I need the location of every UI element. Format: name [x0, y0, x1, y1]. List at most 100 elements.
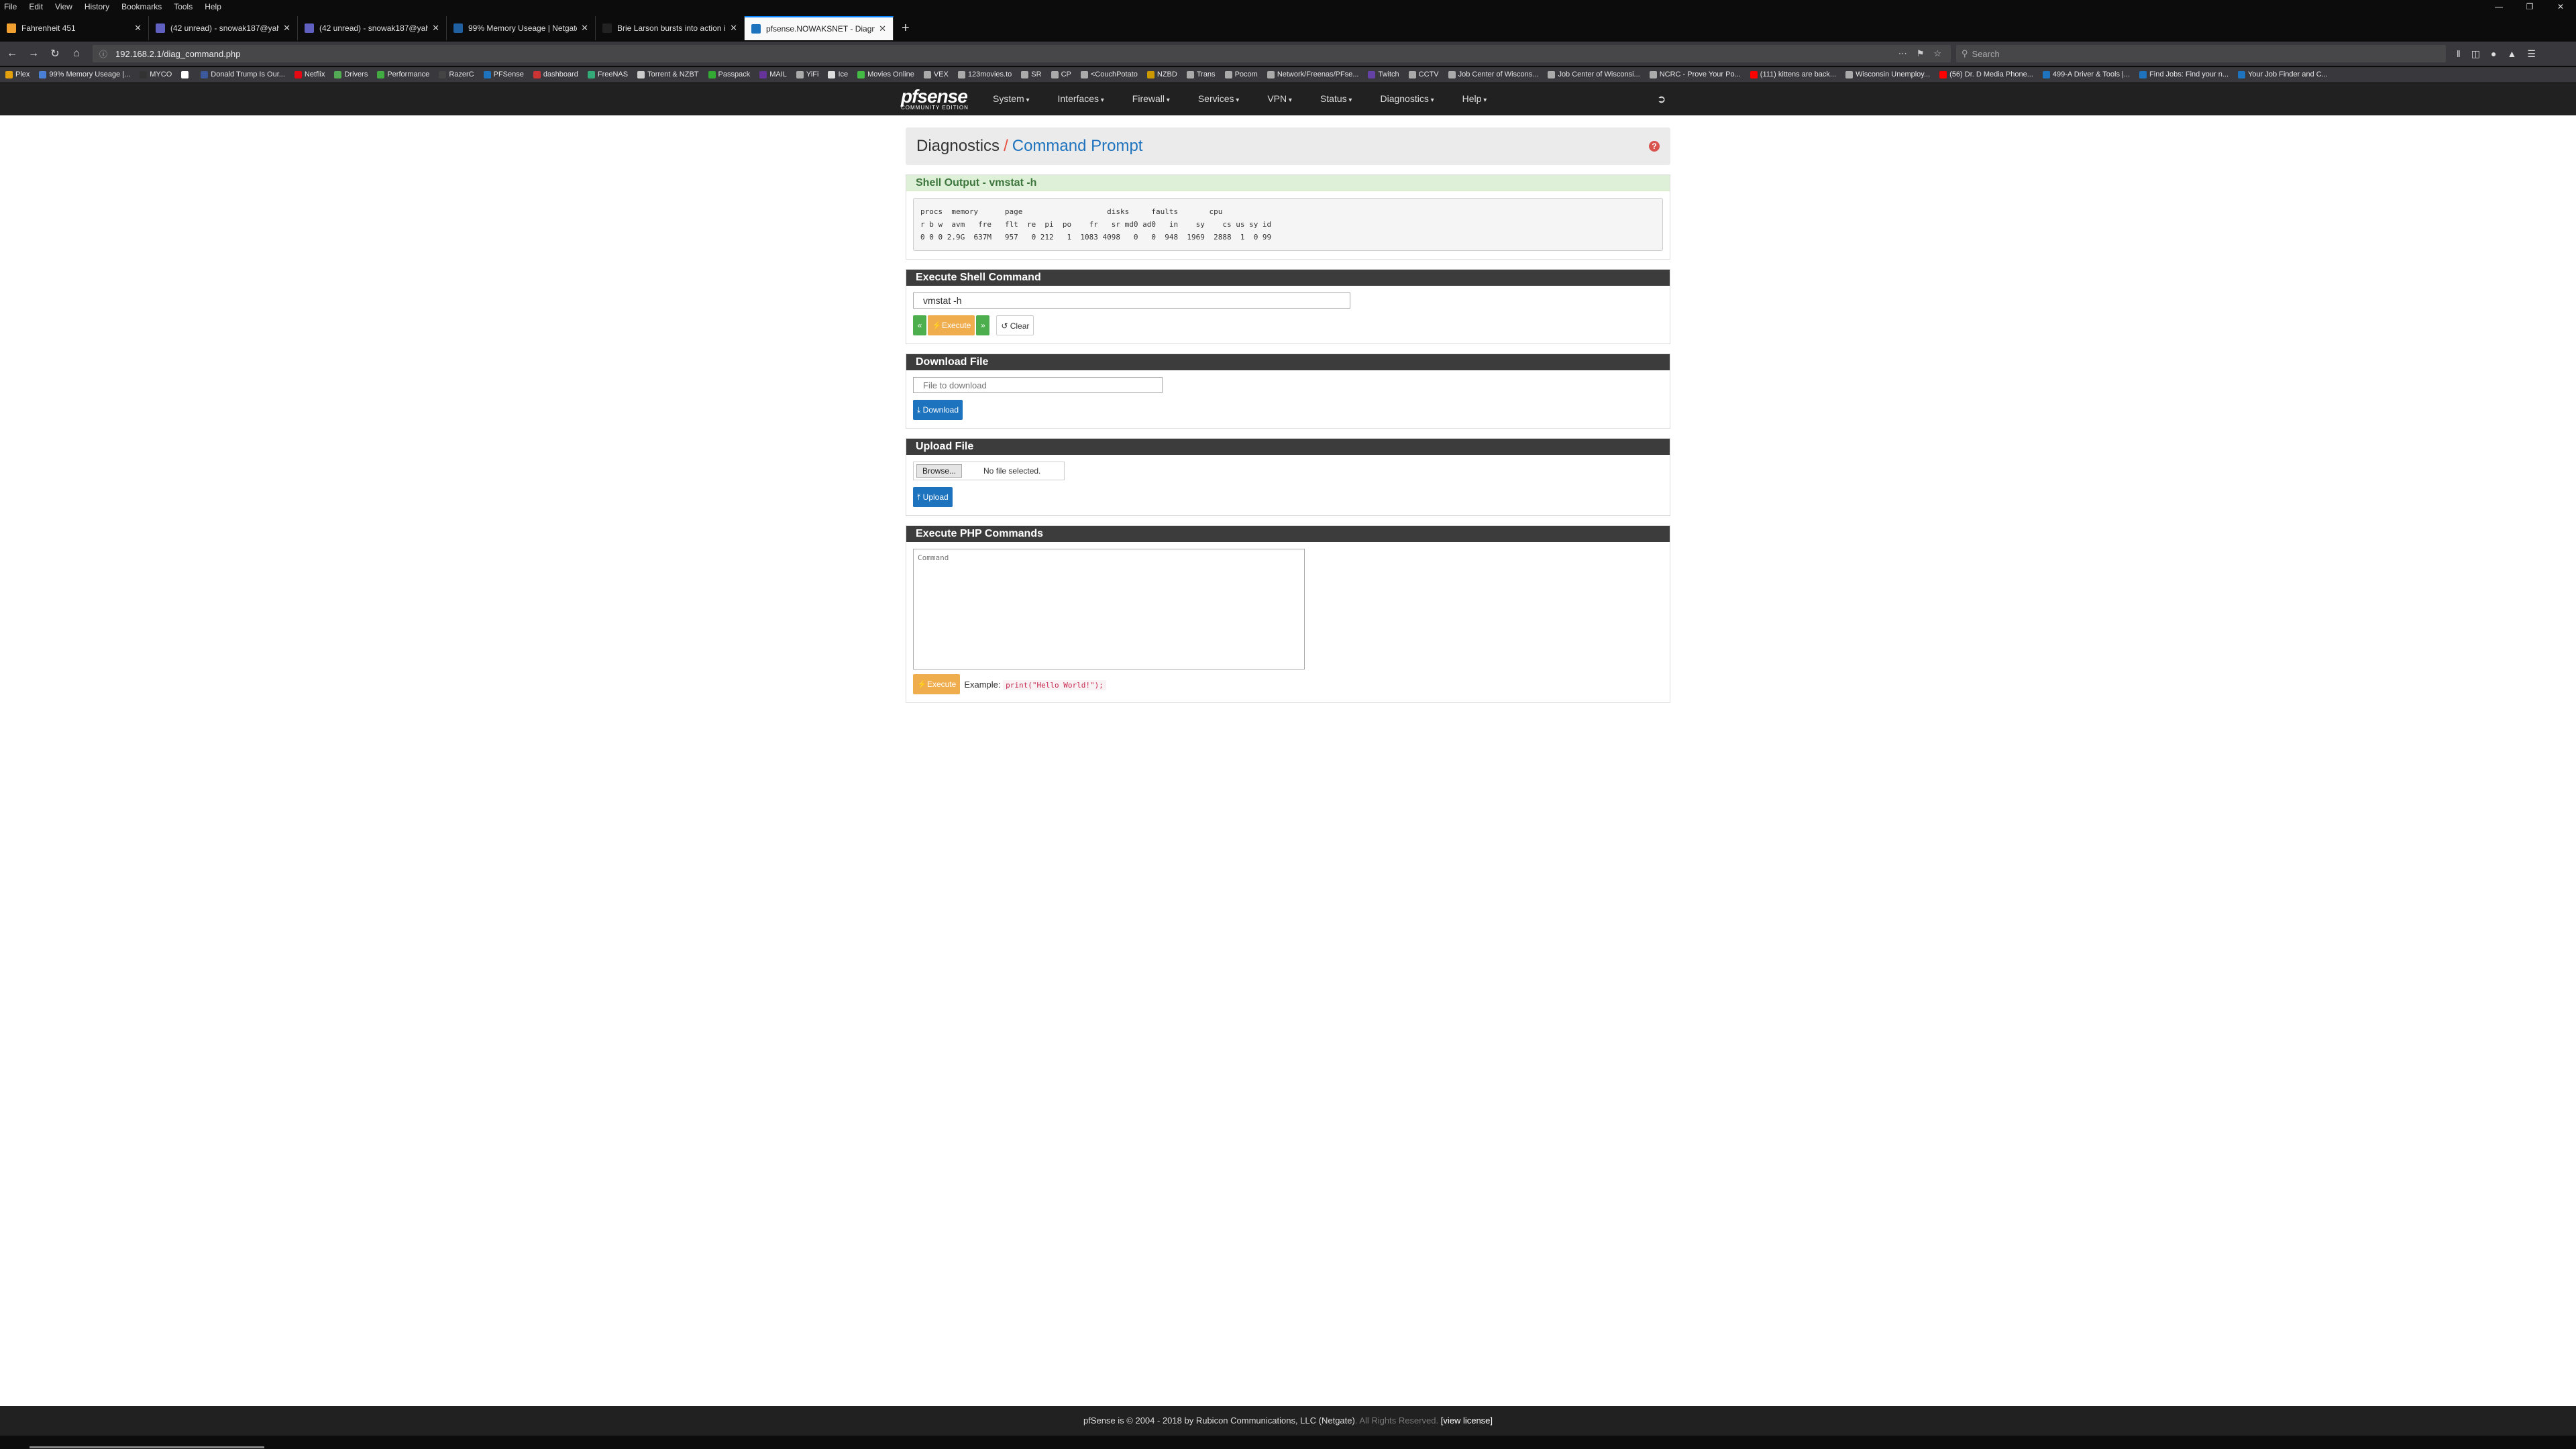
bookmark-item[interactable]: Torrent & NZBT — [637, 70, 699, 78]
address-bar[interactable]: ⓘ 192.168.2.1/diag_command.php ⋯ ⚑ ☆ — [93, 45, 1951, 62]
execute-php-button[interactable]: ⚡Execute — [913, 674, 961, 694]
close-window-icon[interactable]: ✕ — [2545, 0, 2576, 13]
next-command-button[interactable]: » — [976, 315, 990, 335]
bookmark-item[interactable]: dashboard — [533, 70, 578, 78]
bookmark-item[interactable]: YiFi — [796, 70, 818, 78]
execute-shell-button[interactable]: ⚡Execute — [928, 315, 975, 335]
close-tab-icon[interactable]: ✕ — [134, 23, 142, 34]
minimize-icon[interactable]: — — [2483, 0, 2514, 13]
bookmark-item[interactable]: RazerC — [439, 70, 474, 78]
breadcrumb-command-prompt[interactable]: Command Prompt — [1012, 137, 1143, 156]
close-tab-icon[interactable]: ✕ — [879, 23, 886, 34]
bookmark-item[interactable]: 499-A Driver & Tools |... — [2042, 70, 2130, 78]
bookmark-item[interactable]: Twitch — [1368, 70, 1399, 78]
bookmark-item[interactable]: 123movies.to — [957, 70, 1012, 78]
browser-tab[interactable]: Fahrenheit 451 ✕ — [0, 16, 149, 40]
pocket-icon[interactable]: ⚑ — [1917, 48, 1925, 59]
download-file-input[interactable] — [913, 377, 1163, 393]
reload-icon[interactable]: ↻ — [46, 47, 64, 60]
horizontal-scrollbar[interactable] — [30, 1446, 264, 1448]
new-tab-button[interactable]: + — [894, 16, 918, 40]
browser-menu-bookmarks[interactable]: Bookmarks — [121, 2, 162, 11]
browser-menu-help[interactable]: Help — [205, 2, 221, 11]
url-text[interactable]: 192.168.2.1/diag_command.php — [115, 49, 240, 59]
bookmark-item[interactable]: MAIL — [759, 70, 787, 78]
bookmark-item[interactable]: Pocom — [1224, 70, 1258, 78]
download-button[interactable]: ⤓ Download — [913, 400, 963, 420]
bookmark-item[interactable]: Ice — [828, 70, 848, 78]
back-icon[interactable]: ← — [3, 48, 21, 60]
extension-icon[interactable]: ● — [2491, 48, 2496, 59]
info-icon[interactable]: ⓘ — [99, 48, 107, 60]
bookmark-item[interactable]: Job Center of Wisconsi... — [1548, 70, 1640, 78]
browser-menu-tools[interactable]: Tools — [174, 2, 193, 11]
shield-icon[interactable]: ▲ — [2508, 48, 2517, 59]
browse-button[interactable]: Browse... — [916, 464, 963, 478]
logout-icon[interactable]: ➲ — [1657, 93, 1666, 106]
upload-button[interactable]: ⤒ Upload — [913, 487, 953, 507]
bookmark-item[interactable]: CCTV — [1408, 70, 1439, 78]
bookmark-item[interactable]: Wisconsin Unemploy... — [1845, 70, 1930, 78]
bookmark-item[interactable]: (56) Dr. D Media Phone... — [1939, 70, 2033, 78]
bookmark-star-icon[interactable]: ☆ — [1933, 48, 1941, 59]
bookmark-item[interactable]: Drivers — [334, 70, 368, 78]
shell-command-input[interactable] — [913, 292, 1350, 309]
bookmark-item[interactable]: Netflix — [294, 70, 325, 78]
bookmark-item[interactable]: 99% Memory Useage |... — [39, 70, 130, 78]
php-command-textarea[interactable] — [913, 549, 1305, 669]
hamburger-menu-icon[interactable]: ☰ — [2527, 48, 2536, 60]
menu-status[interactable]: Status — [1320, 93, 1352, 104]
bookmark-item[interactable] — [181, 70, 191, 78]
page-actions-icon[interactable]: ⋯ — [1898, 48, 1907, 59]
close-tab-icon[interactable]: ✕ — [283, 23, 290, 34]
bookmark-item[interactable]: CP — [1051, 70, 1071, 78]
browser-tab[interactable]: pfsense.NOWAKSNET - Diagnostics ✕ — [745, 16, 894, 40]
bookmark-item[interactable]: VEX — [923, 70, 949, 78]
bookmark-item[interactable]: Plex — [5, 70, 30, 78]
bookmark-item[interactable]: Movies Online — [857, 70, 914, 78]
previous-command-button[interactable]: « — [913, 315, 926, 335]
menu-diagnostics[interactable]: Diagnostics — [1380, 93, 1434, 104]
bookmark-item[interactable]: Job Center of Wiscons... — [1448, 70, 1538, 78]
bookmark-item[interactable]: NZBD — [1146, 70, 1177, 78]
bookmark-item[interactable]: MYCO — [140, 70, 172, 78]
menu-services[interactable]: Services — [1198, 93, 1240, 104]
footer-company-link[interactable]: Rubicon Communications, LLC (Netgate) — [1196, 1415, 1355, 1426]
close-tab-icon[interactable]: ✕ — [581, 23, 588, 34]
browser-tab[interactable]: Brie Larson bursts into action in ✕ — [596, 16, 745, 40]
bookmark-item[interactable]: FreeNAS — [587, 70, 628, 78]
sidebar-icon[interactable]: ◫ — [2471, 48, 2480, 60]
view-license-link[interactable]: [view license] — [1441, 1415, 1493, 1426]
close-tab-icon[interactable]: ✕ — [432, 23, 439, 34]
browser-tab[interactable]: (42 unread) - snowak187@yah ✕ — [298, 16, 447, 40]
bookmark-item[interactable]: Passpack — [708, 70, 750, 78]
bookmark-item[interactable]: (111) kittens are back... — [1750, 70, 1836, 78]
bookmark-item[interactable]: Donald Trump Is Our... — [201, 70, 285, 78]
browser-menu-history[interactable]: History — [85, 2, 109, 11]
bookmark-item[interactable]: Trans — [1186, 70, 1216, 78]
browser-menu-view[interactable]: View — [55, 2, 72, 11]
home-icon[interactable]: ⌂ — [67, 48, 86, 60]
restore-icon[interactable]: ❐ — [2514, 0, 2545, 13]
menu-interfaces[interactable]: Interfaces — [1058, 93, 1104, 104]
bookmark-item[interactable]: Performance — [377, 70, 429, 78]
forward-icon[interactable]: → — [24, 48, 43, 60]
browser-tab[interactable]: (42 unread) - snowak187@yah ✕ — [149, 16, 298, 40]
close-tab-icon[interactable]: ✕ — [730, 23, 737, 34]
menu-help[interactable]: Help — [1462, 93, 1487, 104]
browser-tab[interactable]: 99% Memory Useage | Netgate ✕ — [447, 16, 596, 40]
browser-menu-edit[interactable]: Edit — [29, 2, 43, 11]
bookmark-item[interactable]: <CouchPotato — [1080, 70, 1138, 78]
menu-vpn[interactable]: VPN — [1267, 93, 1292, 104]
browser-menu-file[interactable]: File — [4, 2, 17, 11]
menu-firewall[interactable]: Firewall — [1132, 93, 1170, 104]
bookmark-item[interactable]: Network/Freenas/PFse... — [1267, 70, 1358, 78]
menu-system[interactable]: System — [993, 93, 1030, 104]
bookmark-item[interactable]: NCRC - Prove Your Po... — [1649, 70, 1741, 78]
bookmark-item[interactable]: PFSense — [483, 70, 524, 78]
library-icon[interactable]: ‖ — [2457, 48, 2461, 59]
clear-button[interactable]: ↺ Clear — [996, 315, 1034, 335]
help-icon[interactable]: ? — [1649, 141, 1660, 152]
pfsense-logo[interactable]: pfsense COMMUNITY EDITION — [901, 86, 969, 111]
bookmark-item[interactable]: SR — [1021, 70, 1042, 78]
